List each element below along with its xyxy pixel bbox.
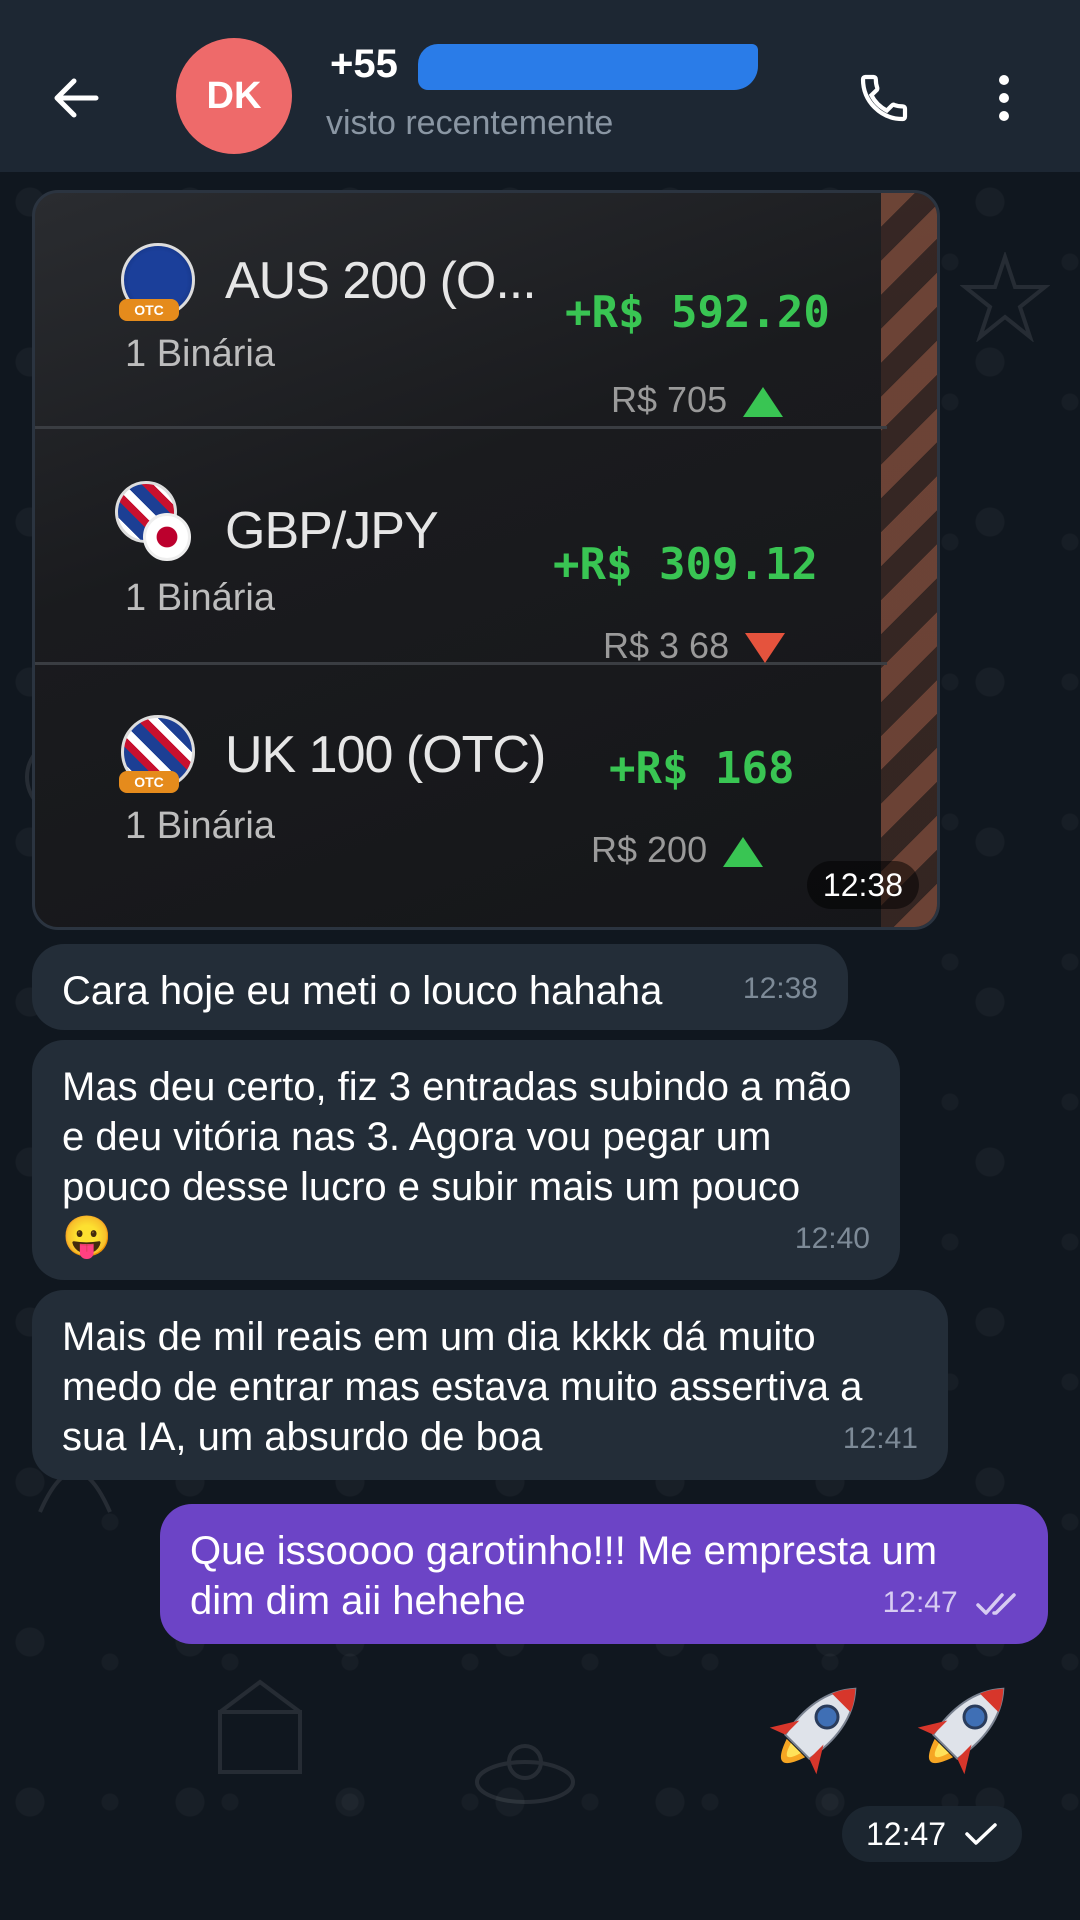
- message-bubble-outgoing[interactable]: Que issoooo garotinho!!! Me empresta um …: [160, 1504, 1048, 1644]
- stake-value: R$ 200: [591, 829, 764, 871]
- trade-row: OTC UK 100 (OTC) 1 Binária +R$ 168 R$ 20…: [35, 665, 887, 901]
- arrow-down-icon: [745, 633, 786, 664]
- trade-row: GBP/JPY 1 Binária +R$ 309.12 R$ 3 68: [35, 429, 887, 667]
- otc-tag: OTC: [119, 771, 179, 793]
- contact-status: visto recentemente: [326, 104, 614, 142]
- asset-name: AUS 200 (O...: [225, 252, 537, 310]
- message-time: 12:47: [883, 1578, 1022, 1628]
- profit-value: +R$ 168: [609, 743, 795, 794]
- message-bubble-incoming[interactable]: Cara hoje eu meti o louco hahaha 12:38: [32, 944, 848, 1030]
- otc-tag: OTC: [119, 299, 179, 321]
- asset-type: 1 Binária: [125, 805, 275, 847]
- asset-name: GBP/JPY: [225, 502, 439, 560]
- message-bubble-incoming[interactable]: Mais de mil reais em um dia kkkk dá muit…: [32, 1290, 948, 1480]
- stake-value: R$ 705: [611, 379, 784, 421]
- message-time: 12:38: [806, 861, 919, 909]
- sticker-time-badge: 12:47: [842, 1806, 1023, 1862]
- trade-row: OTC AUS 200 (O... 1 Binária +R$ 592.20 R…: [35, 193, 887, 429]
- asset-name: UK 100 (OTC): [225, 726, 546, 784]
- asset-type: 1 Binária: [125, 577, 275, 619]
- message-time: 12:40: [794, 1222, 870, 1255]
- more-options-button[interactable]: [980, 62, 1028, 134]
- call-button[interactable]: [848, 62, 920, 134]
- message-text: Mas deu certo, fiz 3 entradas subindo a …: [62, 1065, 852, 1259]
- stake-value: R$ 3 68: [603, 625, 786, 667]
- phone-icon: [860, 74, 908, 122]
- arrow-up-icon: [743, 387, 784, 418]
- message-text: Que issoooo garotinho!!! Me empresta um …: [190, 1529, 938, 1623]
- message-time: 12:47: [866, 1815, 947, 1852]
- profit-value: +R$ 309.12: [553, 539, 818, 590]
- back-button[interactable]: [40, 62, 112, 134]
- rocket-icon[interactable]: [898, 1664, 1028, 1794]
- double-check-icon: [976, 1593, 1016, 1615]
- contact-name[interactable]: +55: [330, 42, 398, 87]
- japan-flag-icon: [143, 513, 191, 561]
- rocket-icon[interactable]: [750, 1664, 880, 1794]
- message-text: Mais de mil reais em um dia kkkk dá muit…: [62, 1315, 863, 1459]
- more-vertical-icon: [999, 75, 1009, 121]
- message-time: 12:38: [742, 972, 818, 1005]
- redaction-scribble: [418, 44, 758, 90]
- arrow-left-icon: [54, 78, 99, 118]
- avatar[interactable]: DK: [176, 38, 292, 154]
- asset-type: 1 Binária: [125, 333, 275, 375]
- chat-header: DK +55 visto recentemente: [0, 0, 1080, 172]
- profit-value: +R$ 592.20: [565, 287, 830, 338]
- photo-message[interactable]: OTC AUS 200 (O... 1 Binária +R$ 592.20 R…: [32, 190, 940, 930]
- message-time: 12:41: [842, 1422, 918, 1455]
- photo-edge-pattern: [881, 193, 937, 927]
- message-text: Cara hoje eu meti o louco hahaha: [62, 969, 663, 1013]
- arrow-up-icon: [723, 837, 764, 868]
- check-icon: [965, 1823, 997, 1845]
- message-bubble-incoming[interactable]: Mas deu certo, fiz 3 entradas subindo a …: [32, 1040, 900, 1280]
